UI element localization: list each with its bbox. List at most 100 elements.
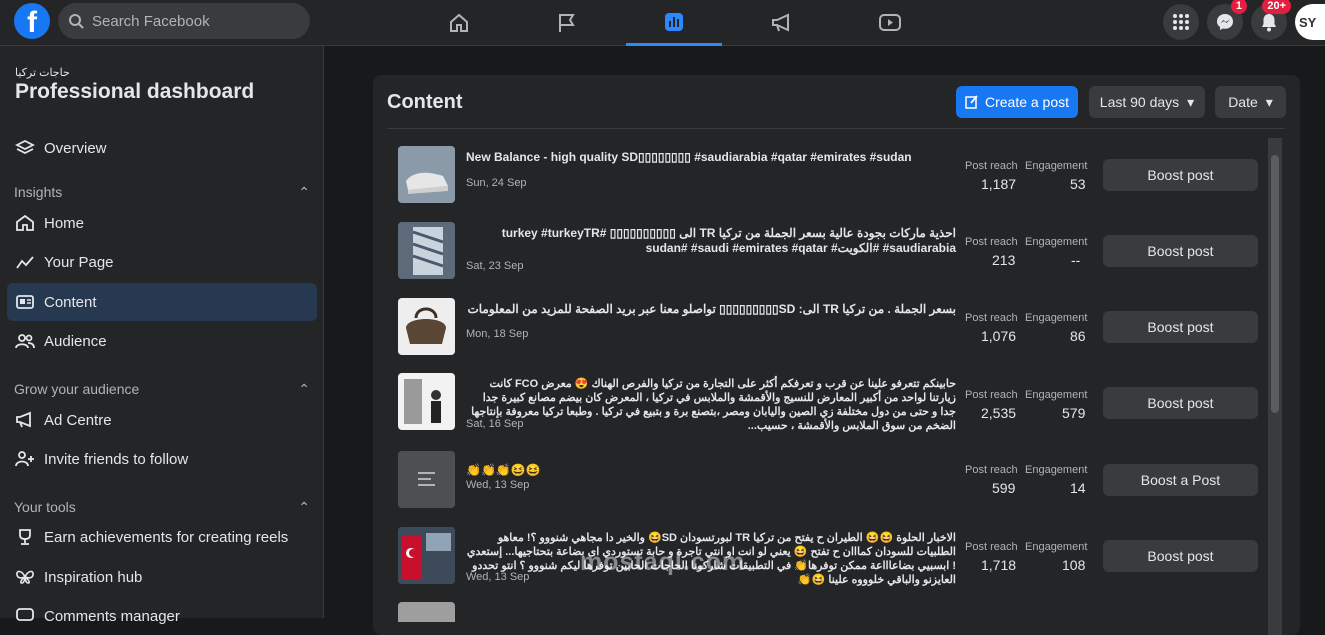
post-thumbnail[interactable]: [398, 451, 455, 508]
sidebar-item-label: Ad Centre: [44, 411, 112, 429]
post-row[interactable]: 👏👏👏😆😆 Wed, 13 Sep Post reach 599 Engagem…: [398, 451, 1258, 523]
post-thumbnail[interactable]: [398, 373, 455, 430]
nav-pages-tab[interactable]: [519, 0, 615, 46]
nav-dashboard-tab[interactable]: [626, 0, 722, 46]
edit-icon: [965, 95, 978, 109]
post-row[interactable]: حابينكم تتعرفو علينا عن قرب و تعرفكم أكث…: [398, 373, 1258, 445]
sidebar-item-content[interactable]: Content: [7, 283, 317, 321]
sidebar-item-overview[interactable]: Overview: [7, 129, 317, 167]
boost-post-button[interactable]: Boost post: [1103, 311, 1258, 343]
boost-post-button[interactable]: Boost post: [1103, 387, 1258, 419]
boost-a-post-button[interactable]: Boost a Post: [1103, 464, 1258, 496]
sidebar-item-ad-centre[interactable]: Ad Centre: [7, 401, 317, 439]
engagement-value: --: [1071, 252, 1081, 268]
facebook-logo-icon[interactable]: f: [14, 3, 50, 39]
search-icon: [69, 14, 84, 29]
flag-icon: [559, 14, 575, 32]
notifications-button[interactable]: 20+: [1251, 0, 1291, 40]
grid-menu-icon: [1173, 14, 1189, 30]
sidebar-item-label: Overview: [44, 139, 107, 157]
post-text[interactable]: بسعر الجملة . من تركيا TR الى: SD▯▯▯▯▯▯▯…: [466, 302, 956, 317]
bell-icon: [1262, 14, 1276, 32]
sort-label: Date: [1228, 94, 1258, 110]
sidebar-item-home[interactable]: Home: [7, 204, 317, 242]
create-post-label: Create a post: [984, 94, 1070, 110]
invite-friends-icon: [15, 449, 35, 469]
search-box[interactable]: [58, 3, 310, 39]
section-label: Grow your audience: [14, 381, 140, 397]
content-icon: [15, 292, 35, 312]
sidebar-item-inspiration-hub[interactable]: Inspiration hub: [7, 558, 317, 596]
watermark-text: mostaql.com: [580, 548, 746, 576]
sidebar-item-label: Comments manager: [44, 607, 180, 625]
sort-dropdown[interactable]: Date ▾: [1215, 86, 1286, 118]
post-thumbnail[interactable]: [398, 602, 455, 622]
layers-icon: [15, 138, 35, 158]
boost-post-button[interactable]: Boost post: [1103, 235, 1258, 267]
sidebar-item-audience[interactable]: Audience: [7, 322, 317, 360]
sidebar-item-comments-manager[interactable]: Comments manager: [7, 597, 317, 635]
engagement-value: 108: [1062, 557, 1086, 573]
engagement-label: Engagement: [1025, 541, 1088, 553]
engagement-label: Engagement: [1025, 389, 1088, 401]
home-icon: [15, 213, 35, 233]
tools-section-header[interactable]: Your tools ⌃: [14, 499, 310, 516]
search-input[interactable]: [92, 12, 282, 30]
date-range-dropdown[interactable]: Last 90 days ▾: [1089, 86, 1205, 118]
sidebar-item-label: Your Page: [44, 253, 114, 271]
profile-avatar[interactable]: SY: [1295, 4, 1325, 40]
boost-post-button[interactable]: Boost post: [1103, 540, 1258, 572]
post-text[interactable]: احذية ماركات بجودة عالية بسعر الجملة من …: [466, 226, 956, 256]
post-thumbnail[interactable]: [398, 146, 455, 203]
chevron-up-icon: ⌃: [298, 381, 310, 397]
engagement-label: Engagement: [1025, 236, 1088, 248]
post-row[interactable]: [398, 602, 1258, 622]
post-thumbnail[interactable]: [398, 527, 455, 584]
post-row[interactable]: New Balance - high quality SD▯▯▯▯▯▯▯▯ #s…: [398, 146, 1258, 218]
grow-section-header[interactable]: Grow your audience ⌃: [14, 381, 310, 398]
home-icon: [450, 13, 468, 32]
engagement-label: Engagement: [1025, 160, 1088, 172]
post-row[interactable]: الاخبار الحلوة 😆😆 الطيران ح يفتح من تركي…: [398, 527, 1258, 599]
insights-section-header[interactable]: Insights ⌃: [14, 184, 310, 201]
nav-ads-tab[interactable]: [734, 0, 830, 46]
messenger-button[interactable]: 1: [1207, 0, 1247, 40]
create-post-button[interactable]: Create a post: [956, 86, 1078, 118]
caret-down-icon: ▾: [1187, 93, 1195, 110]
post-text[interactable]: New Balance - high quality SD▯▯▯▯▯▯▯▯ #s…: [466, 150, 956, 165]
post-text[interactable]: حابينكم تتعرفو علينا عن قرب و تعرفكم أكث…: [466, 377, 956, 433]
messenger-badge: 1: [1230, 0, 1247, 14]
engagement-value: 53: [1070, 176, 1086, 192]
sidebar-item-label: Home: [44, 214, 85, 232]
sidebar-item-label: Invite friends to follow: [44, 450, 189, 468]
megaphone-icon: [15, 410, 35, 430]
post-date: Sat, 16 Sep: [466, 418, 524, 430]
sidebar-item-your-page[interactable]: Your Page: [7, 243, 317, 281]
post-date: Sun, 24 Sep: [466, 177, 527, 189]
engagement-value: 86: [1070, 328, 1086, 344]
post-date: Wed, 13 Sep: [466, 571, 530, 583]
post-thumbnail[interactable]: [398, 298, 455, 355]
sidebar-item-invite[interactable]: Invite friends to follow: [7, 440, 317, 478]
post-row[interactable]: بسعر الجملة . من تركيا TR الى: SD▯▯▯▯▯▯▯…: [398, 298, 1258, 370]
scrollbar-thumb[interactable]: [1271, 155, 1279, 413]
megaphone-icon: [772, 13, 789, 32]
content-panel: Content Create a post Last 90 days ▾ Dat…: [373, 75, 1300, 635]
sidebar: حاجات تركيا Professional dashboard Overv…: [0, 46, 324, 625]
butterfly-icon: [15, 567, 35, 587]
boost-post-button[interactable]: Boost post: [1103, 159, 1258, 191]
post-row[interactable]: احذية ماركات بجودة عالية بسعر الجملة من …: [398, 222, 1258, 294]
comment-icon: [15, 606, 35, 626]
nav-home-tab[interactable]: [411, 0, 507, 46]
page-name: حاجات تركيا: [15, 67, 70, 79]
sidebar-item-earn-achievements[interactable]: Earn achievements for creating reels: [7, 518, 317, 556]
menu-button[interactable]: [1163, 4, 1199, 40]
section-label: Your tools: [14, 499, 76, 515]
nav-video-tab[interactable]: [842, 0, 938, 46]
post-text[interactable]: 👏👏👏😆😆: [466, 463, 956, 478]
sidebar-item-label: Audience: [44, 332, 107, 350]
notifications-badge: 20+: [1262, 0, 1291, 14]
post-reach-value: 1,718: [981, 557, 1017, 573]
post-reach-label: Post reach: [965, 160, 1018, 172]
post-thumbnail[interactable]: [398, 222, 455, 279]
